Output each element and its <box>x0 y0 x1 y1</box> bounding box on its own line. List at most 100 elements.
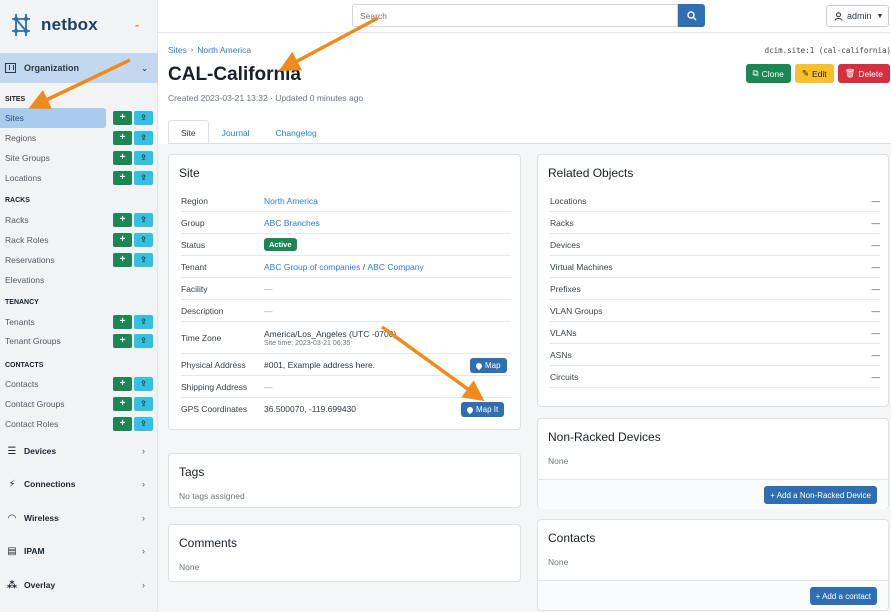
import-regions-button[interactable]: ⇪ <box>134 131 153 145</box>
tenant-group-link[interactable]: ABC Group of companies <box>264 262 360 272</box>
related-row[interactable]: Racks — <box>550 212 880 234</box>
nav-group-ipam[interactable]: ▤ IPAM › <box>0 538 158 564</box>
clone-label: Clone <box>761 68 784 79</box>
comments-card: Comments None <box>168 524 521 582</box>
related-label: Prefixes <box>550 283 581 294</box>
tab-journal[interactable]: Journal <box>209 120 263 144</box>
sidebar-item-label: Sites <box>5 113 24 123</box>
server-icon: ☰ <box>7 445 17 457</box>
chevron-right-icon: › <box>142 513 145 523</box>
nav-group-overlay[interactable]: ⁂ Overlay › <box>0 572 158 598</box>
time-zone-value-group: America/Los_Angeles (UTC -0700) Site tim… <box>264 329 396 347</box>
tenant-link[interactable]: ABC Company <box>367 262 423 272</box>
related-label: Circuits <box>550 371 579 382</box>
sidebar-item-sites[interactable]: Sites <box>0 108 106 128</box>
add-tenant-button[interactable]: + <box>113 315 132 329</box>
map-button[interactable]: Map <box>470 358 507 373</box>
delete-button[interactable]: 🗑 Delete <box>837 64 890 83</box>
sidebar-item-elevations[interactable]: Elevations <box>0 270 158 290</box>
card-title: Contacts <box>548 531 596 545</box>
tab-site[interactable]: Site <box>168 120 209 144</box>
add-rack-role-button[interactable]: + <box>113 233 132 247</box>
related-label: Locations <box>550 195 587 206</box>
add-site-button[interactable]: + <box>113 111 132 125</box>
region-link[interactable]: North America <box>264 196 318 206</box>
card-title: Comments <box>179 536 238 550</box>
nav-group-label: Organization <box>24 63 80 73</box>
related-row[interactable]: Virtual Machines — <box>550 256 880 278</box>
counter-icon: ▤ <box>7 545 17 557</box>
attr-label: Description <box>181 305 224 316</box>
import-tenant-groups-button[interactable]: ⇪ <box>134 334 153 348</box>
edit-button[interactable]: ✎ Edit <box>794 64 834 83</box>
add-contact-nav-button[interactable]: + <box>113 377 132 391</box>
section-label-racks: RACKS <box>5 197 30 204</box>
sidebar-toggle-icon[interactable]: - <box>135 18 139 32</box>
import-locations-button[interactable]: ⇪ <box>134 171 153 185</box>
organization-icon <box>5 63 16 73</box>
search-input[interactable] <box>352 4 678 27</box>
group-link[interactable]: ABC Branches <box>264 218 320 228</box>
related-count: — <box>871 195 881 206</box>
related-row[interactable]: Locations — <box>550 190 880 212</box>
action-buttons: ⧉ Clone ✎ Edit 🗑 Delete <box>745 64 890 83</box>
sidebar-item-label: Site Groups <box>5 153 50 163</box>
graph-icon: ⁂ <box>6 579 18 591</box>
nav-group-organization[interactable]: Organization ⌄ <box>0 53 158 83</box>
import-site-groups-button[interactable]: ⇪ <box>134 151 153 165</box>
map-it-button[interactable]: Map It <box>461 402 505 417</box>
attr-row-status: Status Active <box>181 234 511 256</box>
related-row[interactable]: VLANs — <box>550 322 880 344</box>
import-contacts-button[interactable]: ⇪ <box>134 377 153 391</box>
edit-label: Edit <box>811 68 827 79</box>
import-rack-roles-button[interactable]: ⇪ <box>134 233 153 247</box>
add-region-button[interactable]: + <box>113 131 132 145</box>
related-row[interactable]: ASNs — <box>550 344 880 366</box>
nav-group-wireless[interactable]: ◠ Wireless › <box>0 505 158 531</box>
sidebar: netbox - Organization ⌄ SITES Sites + ⇪ R… <box>0 0 158 612</box>
nav-group-devices[interactable]: ☰ Devices › <box>0 438 158 464</box>
import-contact-roles-button[interactable]: ⇪ <box>134 417 153 431</box>
tab-changelog[interactable]: Changelog <box>263 120 330 144</box>
tags-card: Tags No tags assigned <box>168 453 521 508</box>
import-racks-button[interactable]: ⇪ <box>134 213 153 227</box>
add-reservation-button[interactable]: + <box>113 253 132 267</box>
import-contact-groups-button[interactable]: ⇪ <box>134 397 153 411</box>
attr-label: Region <box>181 195 208 206</box>
related-count: — <box>871 239 881 250</box>
related-count: — <box>871 217 881 228</box>
add-tenant-group-button[interactable]: + <box>113 334 132 348</box>
user-menu-button[interactable]: admin ▼ <box>826 5 889 27</box>
search-button[interactable] <box>678 4 705 27</box>
add-rack-button[interactable]: + <box>113 213 132 227</box>
nav-group-connections[interactable]: ⚡ Connections › <box>0 471 158 497</box>
import-reservations-button[interactable]: ⇪ <box>134 253 153 267</box>
caret-down-icon: ▼ <box>876 12 884 20</box>
section-label-sites: SITES <box>5 96 26 103</box>
import-tenants-button[interactable]: ⇪ <box>134 315 153 329</box>
add-contact-group-button[interactable]: + <box>113 397 132 411</box>
breadcrumb-region[interactable]: North America <box>197 45 251 55</box>
add-contact-role-button[interactable]: + <box>113 417 132 431</box>
brand[interactable]: netbox <box>0 0 157 50</box>
delete-label: Delete <box>858 68 883 79</box>
add-location-button[interactable]: + <box>113 171 132 185</box>
sidebar-item-label: Tenant Groups <box>5 336 61 346</box>
related-row[interactable]: Prefixes — <box>550 278 880 300</box>
add-site-group-button[interactable]: + <box>113 151 132 165</box>
add-non-racked-device-button[interactable]: + Add a Non-Racked Device <box>764 486 877 504</box>
related-row[interactable]: Circuits — <box>550 366 880 388</box>
breadcrumb-sites[interactable]: Sites <box>168 45 187 55</box>
section-label-tenancy: TENANCY <box>5 299 39 306</box>
main-content: Sites › North America dcim.site:1 (cal-c… <box>158 33 891 612</box>
attr-label: Tenant <box>181 261 207 272</box>
attr-row-shipping-address: Shipping Address — <box>181 376 511 398</box>
add-contact-button[interactable]: + Add a contact <box>809 587 877 605</box>
related-row[interactable]: VLAN Groups — <box>550 300 880 322</box>
related-label: ASNs <box>550 349 572 360</box>
trash-icon: 🗑 <box>844 68 856 78</box>
contacts-card: Contacts None + Add a contact <box>537 519 889 611</box>
clone-button[interactable]: ⧉ Clone <box>745 64 791 83</box>
import-sites-button[interactable]: ⇪ <box>134 111 153 125</box>
related-row[interactable]: Devices — <box>550 234 880 256</box>
